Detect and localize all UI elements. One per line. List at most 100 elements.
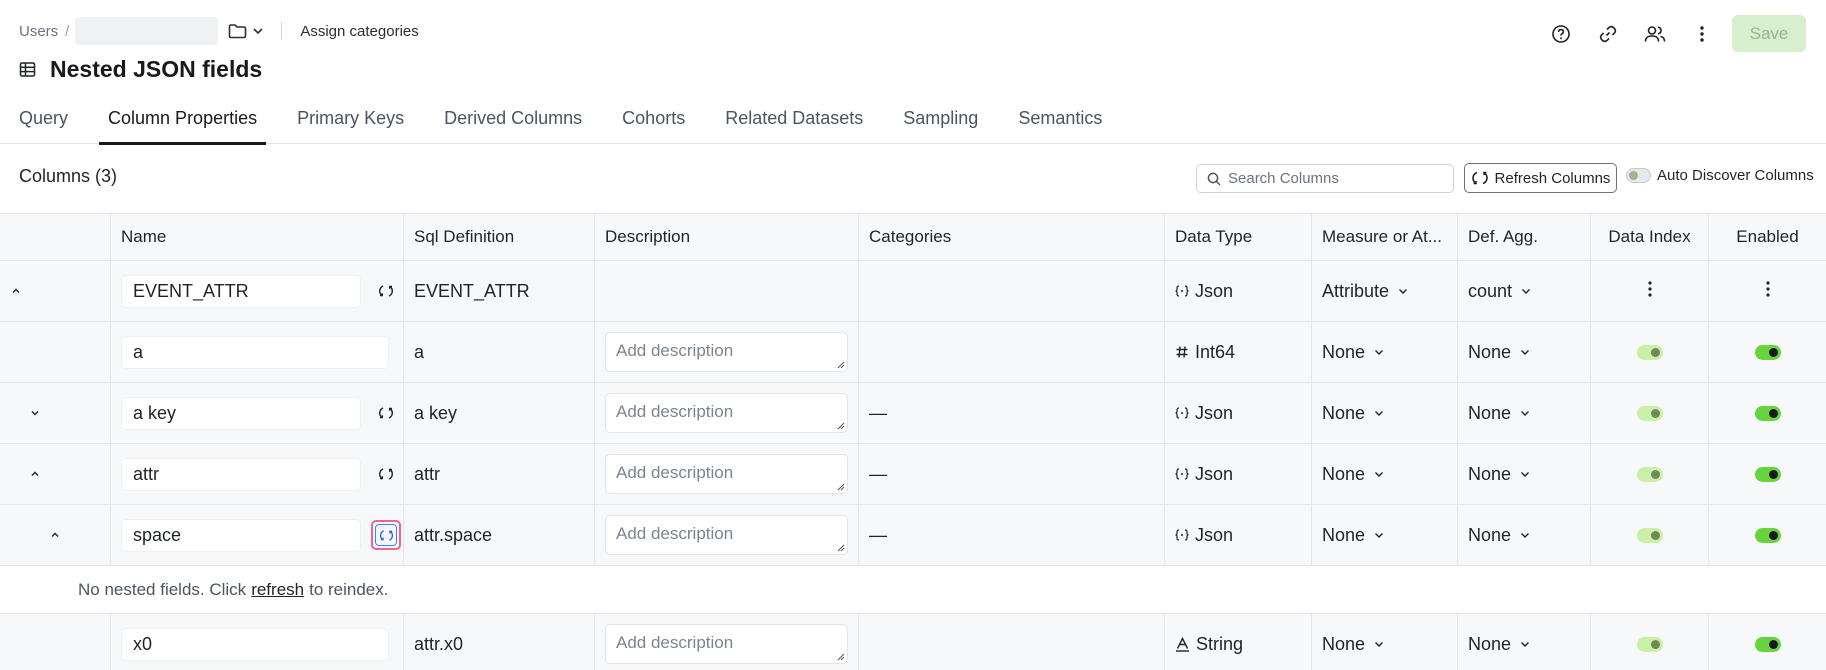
- breadcrumb-users[interactable]: Users: [19, 23, 58, 40]
- measure-attribute-dropdown[interactable]: Attribute: [1322, 281, 1409, 302]
- tab-derived-columns[interactable]: Derived Columns: [444, 96, 582, 144]
- chevron-up-icon: [51, 532, 59, 537]
- data-index-toggle[interactable]: [1636, 527, 1663, 543]
- description-input[interactable]: Add description: [605, 624, 848, 664]
- resync-name-button[interactable]: [371, 459, 401, 489]
- description-input[interactable]: Add description: [605, 454, 848, 494]
- column-name-input[interactable]: EVENT_ATTR: [121, 274, 361, 308]
- divider: [281, 22, 283, 40]
- column-name-input[interactable]: space: [121, 518, 361, 552]
- tab-primary-keys[interactable]: Primary Keys: [297, 96, 404, 144]
- enabled-toggle[interactable]: [1754, 466, 1781, 482]
- categories-cell: —: [859, 444, 1165, 504]
- chevron-down-icon: [253, 28, 263, 35]
- resize-handle-icon[interactable]: [836, 482, 845, 491]
- enabled-toggle[interactable]: [1754, 405, 1781, 421]
- expand-row-button[interactable]: [27, 405, 43, 421]
- data-type: Json: [1175, 525, 1233, 546]
- search-columns-input[interactable]: [1228, 170, 1438, 187]
- enabled-toggle[interactable]: [1754, 344, 1781, 360]
- sync-icon: [379, 285, 393, 297]
- measure-attribute-dropdown[interactable]: None: [1322, 525, 1385, 546]
- tab-column-properties[interactable]: Column Properties: [99, 96, 267, 145]
- measure-attribute-dropdown[interactable]: None: [1322, 342, 1385, 363]
- refresh-icon: [1471, 171, 1488, 185]
- enabled-toggle[interactable]: [1754, 527, 1781, 543]
- kebab-icon: [1647, 280, 1652, 297]
- help-button[interactable]: [1543, 16, 1579, 52]
- collapse-row-button[interactable]: [27, 466, 43, 482]
- resize-handle-icon[interactable]: [836, 421, 845, 430]
- tab-query[interactable]: Query: [19, 96, 68, 144]
- breadcrumb: Users / Assign categories: [19, 17, 419, 45]
- copy-link-button[interactable]: [1590, 16, 1626, 52]
- header-data-type[interactable]: Data Type: [1165, 214, 1312, 260]
- resync-name-button[interactable]: [371, 520, 401, 550]
- tab-semantics[interactable]: Semantics: [1018, 96, 1102, 144]
- header-categories[interactable]: Categories: [859, 214, 1165, 260]
- search-icon: [1207, 172, 1221, 186]
- data-type-label: Int64: [1195, 341, 1236, 362]
- default-aggregation-dropdown[interactable]: None: [1468, 634, 1531, 655]
- header-name[interactable]: Name: [111, 214, 404, 260]
- measure-attribute-dropdown[interactable]: None: [1322, 403, 1385, 424]
- sql-definition: attr: [404, 444, 595, 504]
- default-aggregation-dropdown[interactable]: None: [1468, 403, 1531, 424]
- chevron-down-icon: [1521, 642, 1530, 647]
- data-index-menu-button[interactable]: [1647, 280, 1653, 303]
- resize-handle-icon[interactable]: [836, 543, 845, 552]
- sql-definition: EVENT_ATTR: [404, 261, 595, 321]
- header-measure-or-attribute[interactable]: Measure or At...: [1312, 214, 1458, 260]
- description-input[interactable]: Add description: [605, 393, 848, 433]
- resync-name-button[interactable]: [371, 276, 401, 306]
- measure-attribute-dropdown[interactable]: None: [1322, 464, 1385, 485]
- column-name-input[interactable]: a key: [121, 396, 361, 430]
- enabled-menu-button[interactable]: [1765, 280, 1771, 303]
- default-aggregation-dropdown[interactable]: count: [1468, 281, 1532, 302]
- data-type: Json: [1175, 464, 1233, 485]
- tab-cohorts[interactable]: Cohorts: [622, 96, 685, 144]
- column-name-input[interactable]: attr: [121, 457, 361, 491]
- save-button[interactable]: Save: [1732, 15, 1806, 52]
- default-aggregation-dropdown[interactable]: None: [1468, 525, 1531, 546]
- assign-categories-link[interactable]: Assign categories: [300, 23, 418, 40]
- measure-attribute-dropdown[interactable]: None: [1322, 634, 1385, 655]
- collapse-row-button[interactable]: [8, 283, 24, 299]
- data-index-toggle[interactable]: [1636, 466, 1663, 482]
- tab-sampling[interactable]: Sampling: [903, 96, 978, 144]
- column-name-input[interactable]: a: [121, 335, 389, 369]
- search-columns-field[interactable]: [1196, 164, 1454, 193]
- data-index-toggle[interactable]: [1636, 405, 1663, 421]
- table-row: attr attr Add description — Json None No…: [0, 443, 1826, 504]
- enabled-toggle[interactable]: [1754, 636, 1781, 652]
- header-description[interactable]: Description: [595, 214, 859, 260]
- data-index-toggle[interactable]: [1636, 636, 1663, 652]
- data-index-toggle[interactable]: [1636, 344, 1663, 360]
- hash-icon: [1176, 346, 1188, 358]
- default-aggregation-dropdown[interactable]: None: [1468, 464, 1531, 485]
- kebab-icon: [1765, 280, 1770, 297]
- resize-handle-icon[interactable]: [836, 360, 845, 369]
- categories-cell: [859, 322, 1165, 382]
- auto-discover-toggle[interactable]: [1626, 168, 1651, 183]
- resize-handle-icon[interactable]: [836, 652, 845, 661]
- folder-dropdown[interactable]: [228, 23, 265, 39]
- categories-cell: [859, 614, 1165, 670]
- collapse-row-button[interactable]: [47, 527, 63, 543]
- header-sql-definition[interactable]: Sql Definition: [404, 214, 595, 260]
- header-data-index[interactable]: Data Index: [1591, 214, 1709, 260]
- refresh-link[interactable]: refresh: [251, 580, 304, 600]
- description-input[interactable]: Add description: [605, 515, 848, 555]
- data-type-label: Json: [1195, 524, 1234, 545]
- default-aggregation-dropdown[interactable]: None: [1468, 342, 1531, 363]
- description-input[interactable]: Add description: [605, 332, 848, 372]
- resync-name-button[interactable]: [371, 398, 401, 428]
- share-users-button[interactable]: [1637, 16, 1673, 52]
- refresh-columns-button[interactable]: Refresh Columns: [1464, 163, 1617, 193]
- column-name-input[interactable]: x0: [121, 627, 389, 661]
- header-enabled[interactable]: Enabled: [1709, 214, 1826, 260]
- more-options-button[interactable]: [1684, 16, 1720, 52]
- tab-related-datasets[interactable]: Related Datasets: [725, 96, 863, 144]
- header-expander: [0, 214, 111, 260]
- header-default-aggregation[interactable]: Def. Agg.: [1458, 214, 1591, 260]
